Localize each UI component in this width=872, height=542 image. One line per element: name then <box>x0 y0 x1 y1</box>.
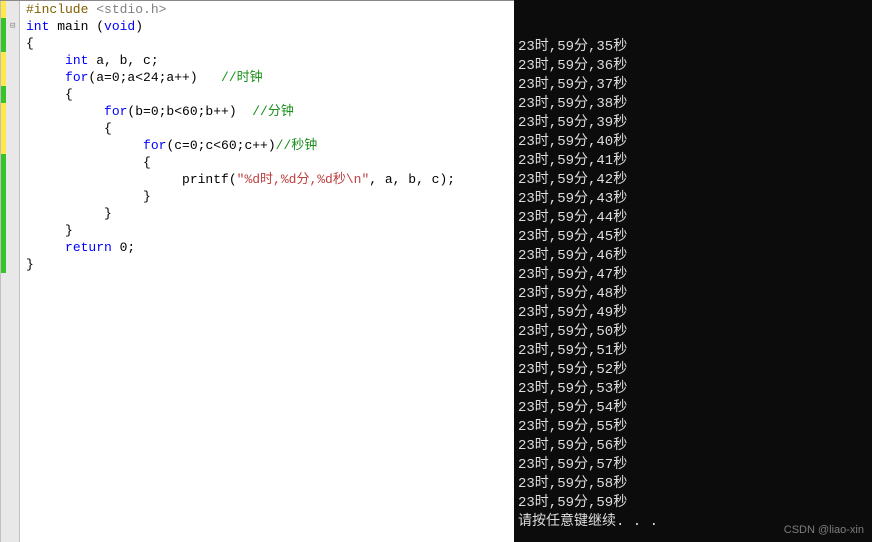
console-line: 23时,59分,38秒 <box>518 95 868 114</box>
console-line: 23时,59分,46秒 <box>518 247 868 266</box>
code-line[interactable]: int main (void) <box>26 18 508 35</box>
gutter-row <box>1 256 19 273</box>
code-line[interactable]: for(a=0;a<24;a++) //时钟 <box>26 69 508 86</box>
console-line: 23时,59分,49秒 <box>518 304 868 323</box>
code-line[interactable]: { <box>26 120 508 137</box>
console-line: 23时,59分,35秒 <box>518 38 868 57</box>
code-line[interactable]: #include <stdio.h> <box>26 1 508 18</box>
fold-icon <box>6 188 19 205</box>
fold-icon <box>6 137 19 154</box>
gutter-row <box>1 188 19 205</box>
fold-icon <box>6 1 19 18</box>
gutter-row <box>1 52 19 69</box>
fold-icon <box>6 69 19 86</box>
gutter-row <box>1 69 19 86</box>
fold-icon <box>6 205 19 222</box>
console-line: 23时,59分,59秒 <box>518 494 868 513</box>
console-line: 23时,59分,50秒 <box>518 323 868 342</box>
gutter-row <box>1 137 19 154</box>
fold-icon <box>6 120 19 137</box>
code-line[interactable]: { <box>26 86 508 103</box>
console-line: 23时,59分,44秒 <box>518 209 868 228</box>
console-line: 23时,59分,54秒 <box>518 399 868 418</box>
gutter-row <box>1 239 19 256</box>
gutter-row <box>1 120 19 137</box>
editor-gutter: ⊟ <box>0 1 20 542</box>
gutter-row <box>1 171 19 188</box>
code-line[interactable]: for(c=0;c<60;c++)//秒钟 <box>26 137 508 154</box>
code-line[interactable]: for(b=0;b<60;b++) //分钟 <box>26 103 508 120</box>
fold-icon <box>6 222 19 239</box>
fold-icon <box>6 171 19 188</box>
fold-icon <box>6 154 19 171</box>
console-line: 23时,59分,43秒 <box>518 190 868 209</box>
fold-icon <box>6 103 19 120</box>
console-line: 23时,59分,42秒 <box>518 171 868 190</box>
console-output-pane: 23时,59分,35秒23时,59分,36秒23时,59分,37秒23时,59分… <box>514 0 872 542</box>
code-line[interactable]: int a, b, c; <box>26 52 508 69</box>
code-line[interactable]: printf("%d时,%d分,%d秒\n", a, b, c); <box>26 171 508 188</box>
gutter-row <box>1 205 19 222</box>
console-line: 23时,59分,55秒 <box>518 418 868 437</box>
code-line[interactable]: } <box>26 188 508 205</box>
console-line: 23时,59分,45秒 <box>518 228 868 247</box>
code-line[interactable]: { <box>26 35 508 52</box>
code-line[interactable]: } <box>26 256 508 273</box>
console-line: 23时,59分,41秒 <box>518 152 868 171</box>
fold-icon <box>6 239 19 256</box>
code-line[interactable]: } <box>26 222 508 239</box>
console-line: 23时,59分,52秒 <box>518 361 868 380</box>
fold-icon <box>6 52 19 69</box>
fold-icon <box>6 256 19 273</box>
console-line: 23时,59分,51秒 <box>518 342 868 361</box>
code-line[interactable]: { <box>26 154 508 171</box>
console-line: 23时,59分,37秒 <box>518 76 868 95</box>
console-line: 23时,59分,58秒 <box>518 475 868 494</box>
code-area[interactable]: #include <stdio.h>int main (void){ int a… <box>20 1 514 542</box>
gutter-row <box>1 222 19 239</box>
watermark-text: CSDN @liao-xin <box>784 521 864 540</box>
code-line[interactable]: return 0; <box>26 239 508 256</box>
console-line: 23时,59分,47秒 <box>518 266 868 285</box>
fold-icon <box>6 86 19 103</box>
gutter-row <box>1 35 19 52</box>
gutter-row: ⊟ <box>1 18 19 35</box>
console-line: 23时,59分,36秒 <box>518 57 868 76</box>
console-line: 23时,59分,40秒 <box>518 133 868 152</box>
gutter-row <box>1 154 19 171</box>
fold-icon <box>6 35 19 52</box>
code-line[interactable]: } <box>26 205 508 222</box>
console-line: 23时,59分,57秒 <box>518 456 868 475</box>
gutter-row <box>1 1 19 18</box>
console-line: 23时,59分,53秒 <box>518 380 868 399</box>
code-editor-pane: ⊟ #include <stdio.h>int main (void){ int… <box>0 0 514 542</box>
fold-icon[interactable]: ⊟ <box>6 18 19 35</box>
gutter-row <box>1 103 19 120</box>
console-line: 23时,59分,56秒 <box>518 437 868 456</box>
gutter-row <box>1 86 19 103</box>
console-line: 23时,59分,39秒 <box>518 114 868 133</box>
console-line: 23时,59分,48秒 <box>518 285 868 304</box>
